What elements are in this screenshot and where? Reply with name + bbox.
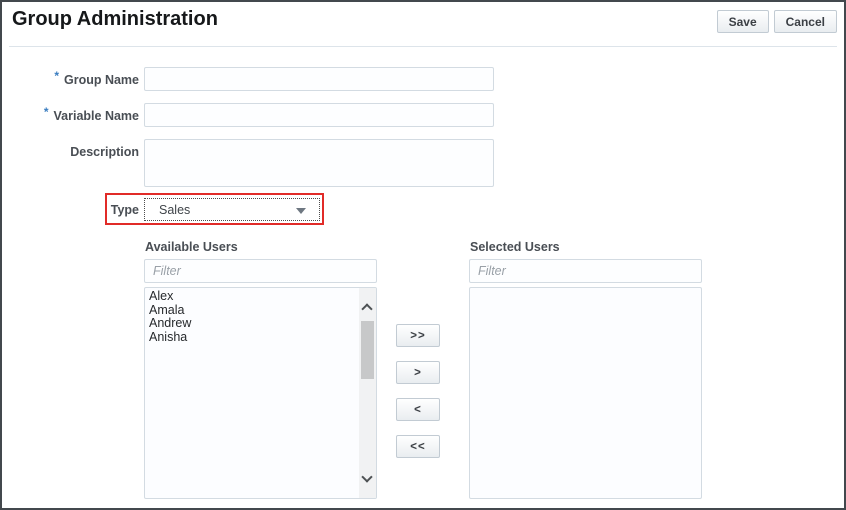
list-item[interactable]: Anisha	[149, 330, 372, 345]
selected-users-listbox[interactable]	[469, 287, 702, 499]
list-item[interactable]: Alex	[149, 289, 372, 304]
group-administration-page: Group Administration Save Cancel * Group …	[0, 0, 846, 510]
move-all-right-button[interactable]: >>	[396, 324, 440, 347]
selected-users-label: Selected Users	[470, 240, 560, 254]
description-label: Description	[70, 145, 139, 159]
description-textarea[interactable]	[144, 139, 494, 187]
available-users-label: Available Users	[145, 240, 238, 254]
available-users-listbox[interactable]: Alex Amala Andrew Anisha	[144, 287, 377, 499]
required-marker: *	[43, 105, 49, 119]
variable-name-input[interactable]	[144, 103, 494, 127]
list-item[interactable]: Amala	[149, 303, 372, 318]
chevron-down-icon	[296, 208, 306, 214]
selected-users-filter-input[interactable]	[469, 259, 702, 283]
move-all-left-button[interactable]: <<	[396, 435, 440, 458]
page-title: Group Administration	[12, 8, 218, 30]
group-name-label: * Group Name	[54, 69, 139, 87]
list-item[interactable]: Andrew	[149, 316, 372, 331]
available-users-filter-input[interactable]	[144, 259, 377, 283]
group-name-input[interactable]	[144, 67, 494, 91]
scrollbar-thumb[interactable]	[361, 321, 374, 379]
required-marker: *	[54, 69, 59, 83]
move-right-button[interactable]: >	[396, 361, 440, 384]
cancel-button[interactable]: Cancel	[773, 10, 837, 33]
save-button[interactable]: Save	[716, 10, 769, 33]
variable-name-label: * Variable Name	[43, 105, 139, 123]
header-divider	[9, 46, 837, 47]
scrollbar[interactable]	[359, 288, 376, 498]
type-select-value: Sales	[159, 202, 191, 217]
scroll-up-icon[interactable]	[361, 303, 373, 315]
available-users-options: Alex Amala Andrew Anisha	[145, 288, 376, 346]
type-label: Type	[110, 203, 139, 217]
selected-users-options	[470, 288, 701, 292]
header-button-bar: Save Cancel	[716, 10, 837, 33]
scroll-down-icon[interactable]	[361, 471, 373, 483]
type-select[interactable]: Sales	[144, 198, 320, 221]
move-left-button[interactable]: <	[396, 398, 440, 421]
